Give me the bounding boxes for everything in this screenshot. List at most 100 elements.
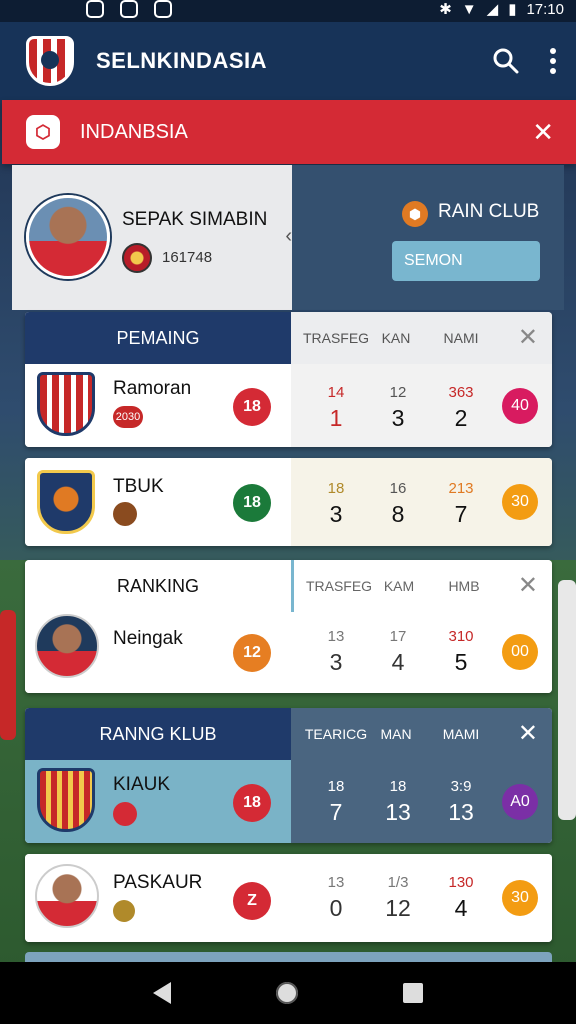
card-title: RANNG KLUB [25,708,291,760]
app-title: SELNKINDASIA [96,48,268,73]
stat-small: 13 [327,874,345,891]
column-header: MAN [380,726,412,742]
rank-badge: 18 [233,784,271,822]
stat-value: 0 [329,895,343,921]
stat-value: 13 [448,799,474,825]
card-title: PEMAING [25,312,291,364]
club-crest [37,372,95,436]
stat-small: 12 [389,384,407,401]
row-subtitle: 2030 [113,406,143,428]
stat-value: 5 [454,649,468,675]
notification-icon [86,0,104,18]
stat-value: 13 [385,799,411,825]
table-row[interactable]: TBUK 18 18 3 16 8 213 7 30 [25,458,552,546]
stat-small: 13 [327,628,345,645]
score-badge[interactable]: 30 [502,484,538,520]
stat-value: 7 [329,799,343,825]
club-ranking-row: PASKAUR Z 13 0 1/3 12 130 4 30 [25,854,552,942]
rank-badge: Z [233,882,271,920]
close-icon[interactable]: ✕ [532,117,554,148]
table-row[interactable]: Neingak 12 13 3 17 4 310 5 00 [25,612,552,693]
stat-small: 18 [327,480,345,497]
stat-value: 8 [391,501,405,527]
stat-small: 310 [448,628,474,645]
stat-value: 12 [385,895,411,921]
ranking-card: RANKING TRASFEG KAM HMB ✕ Neingak 12 13 3… [25,560,552,693]
column-header: HMB [448,578,480,594]
close-icon[interactable]: ✕ [518,719,538,748]
player-avatar [35,864,99,928]
club-logo [113,900,135,922]
column-header: KAM [383,578,415,594]
recent-apps-icon[interactable] [403,983,424,1003]
card-title: RANKING [25,560,291,612]
background-player [0,610,16,740]
stat-value: 7 [454,501,468,527]
stat-small: 213 [448,480,474,497]
stat-small: 17 [389,628,407,645]
bluetooth-icon: ✱ [439,1,452,18]
row-name: PASKAUR [113,872,203,893]
score-badge[interactable]: 00 [502,634,538,670]
clock: 17:10 [526,0,564,18]
rank-badge: 18 [233,388,271,426]
column-header: KAN [381,330,411,346]
club-logo [113,502,137,526]
stat-value: 4 [454,895,468,921]
score-badge[interactable]: A0 [502,784,538,820]
chevron-left-icon[interactable]: ‹ [285,225,292,248]
profile-header: SEPAK SIMABIN 161748 ‹ ⬢ RAIN CLUB SEMON [12,165,564,310]
stat-small: 1/3 [387,874,409,891]
score-badge[interactable]: 30 [502,880,538,916]
stat-value: 3 [329,501,343,527]
club-logo [122,243,152,273]
season-button[interactable]: SEMON [392,241,540,281]
back-icon[interactable] [152,982,171,1004]
score-badge[interactable]: 40 [502,388,538,424]
avatar[interactable] [26,195,110,279]
profile-code: 161748 [162,249,213,266]
club-crest [37,470,95,534]
wifi-icon: ▼ [461,0,477,18]
shield-icon: ⬡ [26,115,60,149]
stat-value: 3 [391,405,405,431]
app-logo [26,36,74,86]
stat-small: 363 [448,384,474,401]
home-icon[interactable] [275,982,298,1004]
notification-icon [154,0,172,18]
column-header: NAMI [443,330,479,346]
row-name: KIAUK [113,774,171,795]
stat-small: 14 [327,384,345,401]
country-banner[interactable]: ⬡ INDANBSIA ✕ [2,100,576,164]
club-label: RAIN CLUB [438,201,540,222]
table-row[interactable]: PASKAUR Z 13 0 1/3 12 130 4 30 [25,854,552,942]
club-icon: ⬢ [402,201,428,227]
status-bar: ✱ ▼ ◢ ▮ 17:10 [0,0,576,22]
close-icon[interactable]: ✕ [518,571,538,600]
rank-badge: 18 [233,484,271,522]
stat-small: 16 [389,480,407,497]
search-icon[interactable] [492,47,520,75]
players-card-row: TBUK 18 18 3 16 8 213 7 30 [25,458,552,546]
stat-value: 4 [391,649,405,675]
club-logo [113,802,137,826]
row-name: TBUK [113,476,164,497]
banner-title: INDANBSIA [80,120,188,143]
signal-icon: ◢ [486,1,499,18]
battery-icon: ▮ [508,1,517,18]
stat-small: 18 [389,778,407,795]
system-nav-bar [0,962,576,1024]
stat-value: 3 [329,649,343,675]
row-name: Ramoran [113,378,192,399]
stat-small: 18 [327,778,345,795]
column-header: MAMI [442,726,480,742]
stat-value: 2 [454,405,468,431]
more-options-icon[interactable] [546,44,560,78]
close-icon[interactable]: ✕ [518,323,538,352]
player-avatar [35,614,99,678]
app-bar: SELNKINDASIA [0,22,576,100]
table-row[interactable]: KIAUK 18 18 7 18 13 3:9 13 A0 [25,760,552,843]
table-row[interactable]: Ramoran 2030 18 14 1 12 3 363 2 40 [25,364,552,447]
row-name: Neingak [113,628,183,649]
players-card: PEMAING TRASFEG KAN NAMI ✕ Ramoran 2030 … [25,312,552,447]
